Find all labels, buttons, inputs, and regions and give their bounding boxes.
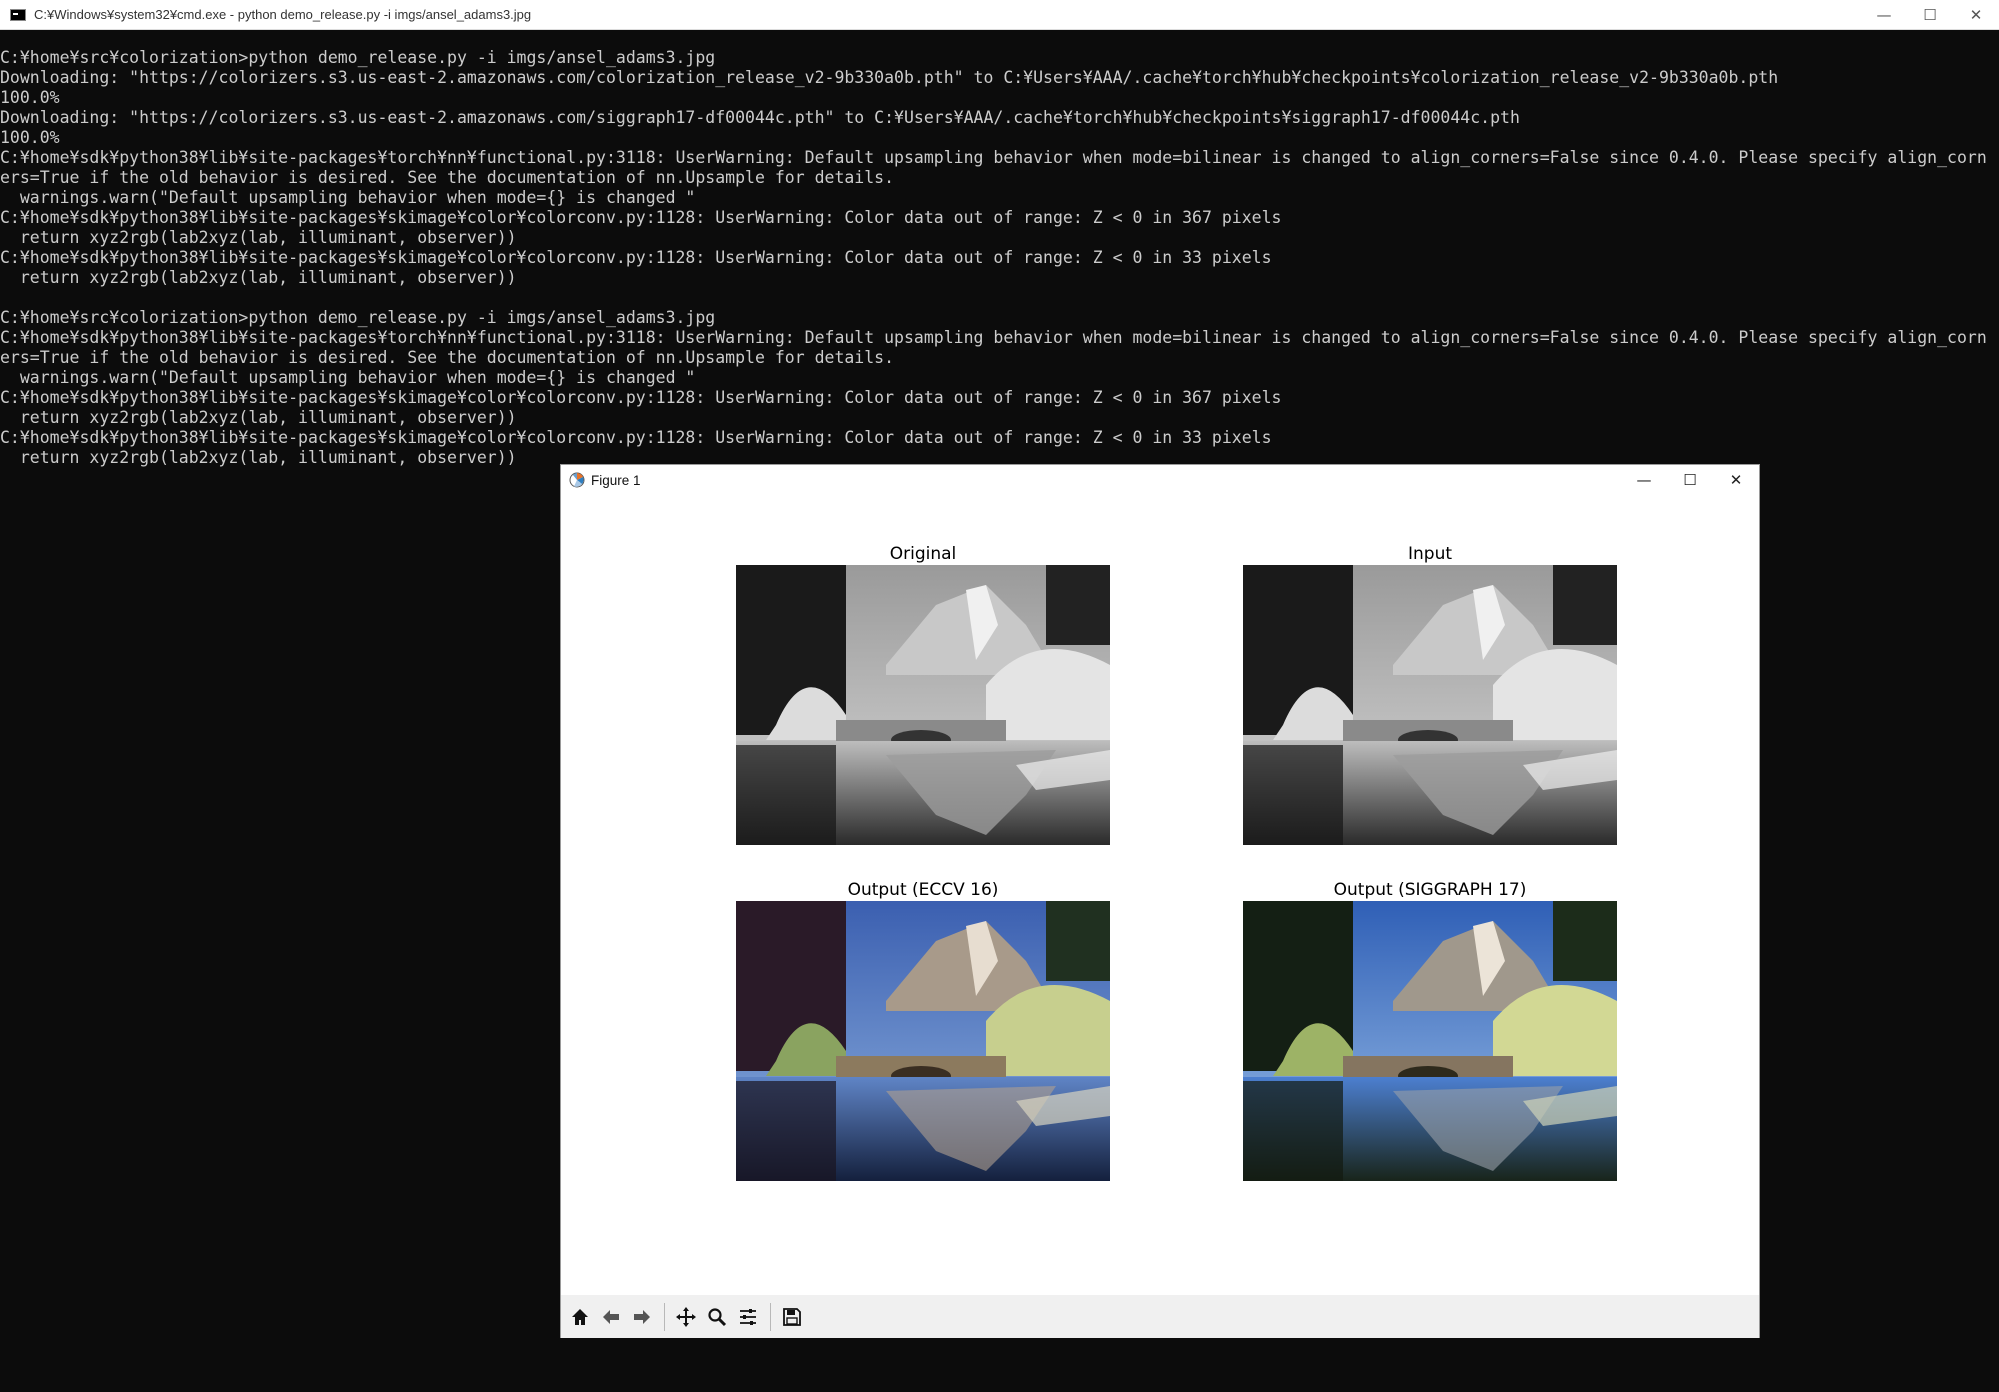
console-lines: C:¥home¥src¥colorization>python demo_rel…: [0, 48, 1999, 468]
console-window-controls: — ☐ ✕: [1861, 0, 1999, 30]
console-line: warnings.warn("Default upsampling behavi…: [0, 188, 696, 207]
figure-window-controls: — ☐ ✕: [1621, 465, 1759, 495]
figure-maximize-button[interactable]: ☐: [1667, 465, 1713, 495]
console-close-button[interactable]: ✕: [1953, 0, 1999, 30]
console-line: 100.0%: [0, 128, 60, 147]
home-icon[interactable]: [565, 1302, 595, 1332]
toolbar-separator: [664, 1302, 665, 1331]
console-line: Downloading: "https://colorizers.s3.us-e…: [0, 68, 1779, 87]
zoom-icon[interactable]: [702, 1302, 732, 1332]
photo-output-siggraph17: [1243, 901, 1617, 1181]
console-line: C:¥home¥src¥colorization>python demo_rel…: [0, 308, 716, 327]
console-line: ers=True if the old behavior is desired.…: [0, 168, 895, 187]
panel-title: Input: [1407, 544, 1453, 564]
figure-window[interactable]: Figure 1 — ☐ ✕ Original Input Output (EC…: [560, 464, 1760, 1338]
panel-title: Output (ECCV 16): [847, 880, 999, 900]
figure-canvas[interactable]: Original Input Output (ECCV 16) Output (…: [561, 495, 1759, 1275]
console-line: ers=True if the old behavior is desired.…: [0, 348, 895, 367]
console-line: return xyz2rgb(lab2xyz(lab, illuminant, …: [0, 268, 517, 287]
matplotlib-app-icon: [569, 472, 585, 488]
panel-title: Output (SIGGRAPH 17): [1333, 880, 1527, 900]
console-line: return xyz2rgb(lab2xyz(lab, illuminant, …: [0, 228, 517, 247]
photo-original-grayscale: [736, 565, 1110, 845]
toolbar-separator: [770, 1302, 771, 1331]
console-line: C:¥home¥sdk¥python38¥lib¥site-packages¥t…: [0, 328, 1987, 347]
console-minimize-button[interactable]: —: [1861, 0, 1907, 30]
console-line: C:¥home¥sdk¥python38¥lib¥site-packages¥s…: [0, 248, 1272, 267]
photo-input-grayscale: [1243, 565, 1617, 845]
console-line: warnings.warn("Default upsampling behavi…: [0, 368, 696, 387]
console-titlebar[interactable]: C:¥Windows¥system32¥cmd.exe - python dem…: [0, 0, 1999, 30]
console-line: C:¥home¥sdk¥python38¥lib¥site-packages¥s…: [0, 208, 1282, 227]
pan-icon[interactable]: [671, 1302, 701, 1332]
console-window-title: C:¥Windows¥system32¥cmd.exe - python dem…: [34, 7, 532, 22]
configure-subplots-icon[interactable]: [733, 1302, 763, 1332]
photo-output-eccv16: [736, 901, 1110, 1181]
panel-original: Original: [736, 543, 1110, 845]
figure-title: Figure 1: [591, 472, 641, 488]
panel-title: Original: [889, 544, 957, 564]
console-app-icon: [10, 8, 26, 21]
save-icon[interactable]: [777, 1302, 807, 1332]
panel-input: Input: [1243, 543, 1617, 845]
console-line: C:¥home¥sdk¥python38¥lib¥site-packages¥t…: [0, 148, 1987, 167]
panel-output-eccv16: Output (ECCV 16): [736, 879, 1110, 1181]
console-line: C:¥home¥src¥colorization>python demo_rel…: [0, 48, 716, 67]
console-line: 100.0%: [0, 88, 60, 107]
forward-icon[interactable]: [627, 1302, 657, 1332]
figure-minimize-button[interactable]: —: [1621, 465, 1667, 495]
console-line: return xyz2rgb(lab2xyz(lab, illuminant, …: [0, 408, 517, 427]
figure-titlebar[interactable]: Figure 1 — ☐ ✕: [561, 465, 1759, 495]
console-line: C:¥home¥sdk¥python38¥lib¥site-packages¥s…: [0, 388, 1282, 407]
console-maximize-button[interactable]: ☐: [1907, 0, 1953, 30]
figure-close-button[interactable]: ✕: [1713, 465, 1759, 495]
console-line: Downloading: "https://colorizers.s3.us-e…: [0, 108, 1520, 127]
panel-output-siggraph17: Output (SIGGRAPH 17): [1243, 879, 1617, 1181]
figure-toolbar: [561, 1295, 1759, 1338]
console-line: C:¥home¥sdk¥python38¥lib¥site-packages¥s…: [0, 428, 1272, 447]
back-icon[interactable]: [596, 1302, 626, 1332]
